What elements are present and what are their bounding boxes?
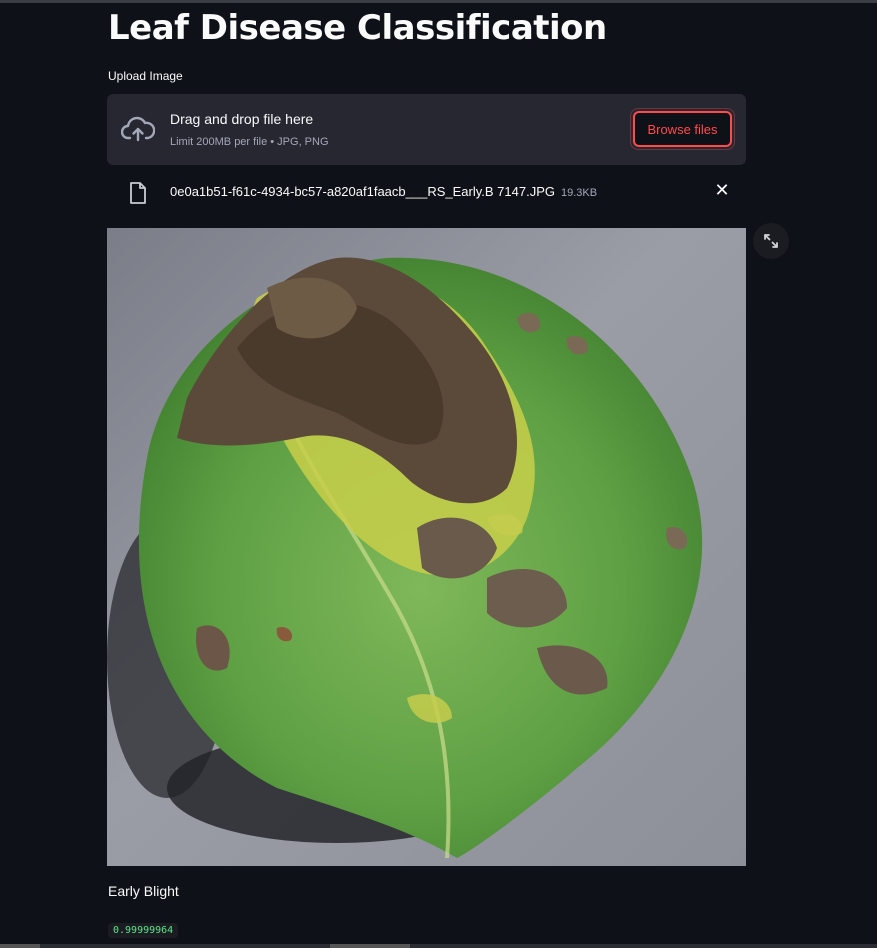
uploaded-file-row: 0e0a1b51-f61c-4934-bc57-a820af1faacb___R…	[107, 174, 746, 210]
page-title: Leaf Disease Classification	[108, 8, 607, 48]
prediction-label: Early Blight	[108, 883, 179, 899]
dropzone-subtitle: Limit 200MB per file • JPG, PNG	[170, 136, 329, 148]
uploaded-leaf-image	[107, 228, 746, 866]
horizontal-scrollbar[interactable]	[0, 944, 877, 948]
file-icon	[130, 182, 146, 204]
file-size: 19.3KB	[560, 187, 598, 199]
browse-files-button[interactable]: Browse files	[630, 108, 735, 150]
confidence-score: 0.99999964	[108, 923, 179, 938]
top-divider	[0, 0, 877, 3]
leaf-illustration	[107, 257, 703, 859]
file-dropzone[interactable]: Drag and drop file here Limit 200MB per …	[107, 94, 746, 165]
upload-label: Upload Image	[108, 69, 183, 83]
file-name: 0e0a1b51-f61c-4934-bc57-a820af1faacb___R…	[170, 184, 597, 199]
close-icon[interactable]: ✕	[713, 180, 731, 200]
expand-arrows-icon	[764, 234, 778, 248]
file-name-text: 0e0a1b51-f61c-4934-bc57-a820af1faacb___R…	[170, 184, 555, 199]
cloud-upload-icon	[121, 116, 155, 142]
dropzone-title: Drag and drop file here	[170, 111, 314, 127]
fullscreen-icon[interactable]	[753, 223, 789, 259]
